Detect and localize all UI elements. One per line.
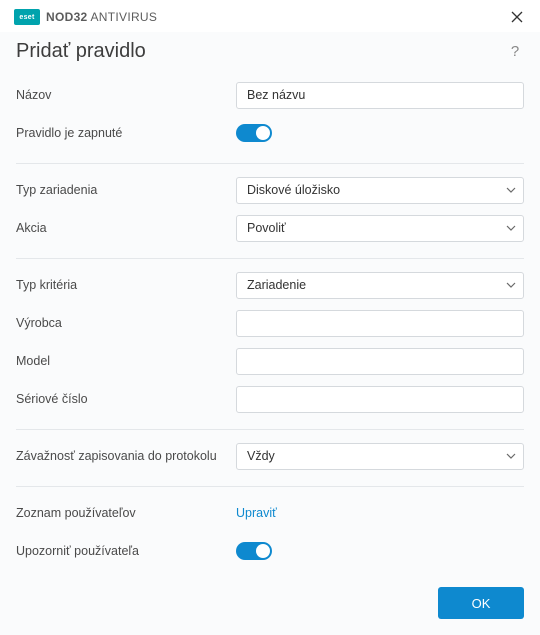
- label-device-type: Typ zariadenia: [16, 183, 236, 197]
- content: Pridať pravidlo ? Názov Pravidlo je zapn…: [0, 32, 540, 575]
- label-log-severity: Závažnosť zapisovania do protokolu: [16, 449, 236, 463]
- row-serial: Sériové číslo: [16, 385, 524, 413]
- vendor-input[interactable]: [236, 310, 524, 337]
- serial-input[interactable]: [236, 386, 524, 413]
- close-icon: [511, 11, 523, 23]
- brand-product-bold: NOD32: [46, 10, 88, 24]
- label-serial: Sériové číslo: [16, 392, 236, 406]
- label-user-list: Zoznam používateľov: [16, 506, 236, 520]
- footer: OK: [0, 575, 540, 635]
- ok-button[interactable]: OK: [438, 587, 524, 619]
- brand-product-rest: ANTIVIRUS: [88, 10, 158, 24]
- help-button[interactable]: ?: [506, 43, 524, 61]
- divider: [16, 486, 524, 487]
- row-vendor: Výrobca: [16, 309, 524, 337]
- label-action: Akcia: [16, 221, 236, 235]
- action-select[interactable]: Povoliť: [236, 215, 524, 242]
- brand: eset NOD32 ANTIVIRUS: [14, 9, 157, 25]
- row-log-severity: Závažnosť zapisovania do protokolu Vždy: [16, 442, 524, 470]
- edit-user-list-link[interactable]: Upraviť: [236, 506, 277, 520]
- notify-user-toggle[interactable]: [236, 542, 272, 560]
- criteria-type-select[interactable]: Zariadenie: [236, 272, 524, 299]
- brand-logo: eset: [14, 9, 40, 25]
- row-name: Názov: [16, 81, 524, 109]
- row-action: Akcia Povoliť: [16, 214, 524, 242]
- row-criteria-type: Typ kritéria Zariadenie: [16, 271, 524, 299]
- label-vendor: Výrobca: [16, 316, 236, 330]
- divider: [16, 258, 524, 259]
- model-input[interactable]: [236, 348, 524, 375]
- row-device-type: Typ zariadenia Diskové úložisko: [16, 176, 524, 204]
- row-enabled: Pravidlo je zapnuté: [16, 119, 524, 147]
- criteria-type-value: Zariadenie: [247, 278, 306, 292]
- page-title: Pridať pravidlo: [16, 40, 146, 63]
- help-icon: ?: [511, 43, 519, 60]
- row-user-list: Zoznam používateľov Upraviť: [16, 499, 524, 527]
- device-type-value: Diskové úložisko: [247, 183, 340, 197]
- close-button[interactable]: [508, 8, 526, 26]
- label-notify-user: Upozorniť používateľa: [16, 544, 236, 558]
- device-type-select[interactable]: Diskové úložisko: [236, 177, 524, 204]
- title-bar: eset NOD32 ANTIVIRUS: [0, 0, 540, 32]
- action-value: Povoliť: [247, 221, 286, 235]
- brand-text: NOD32 ANTIVIRUS: [46, 10, 157, 24]
- label-name: Názov: [16, 88, 236, 102]
- divider: [16, 163, 524, 164]
- log-severity-value: Vždy: [247, 449, 275, 463]
- row-notify-user: Upozorniť používateľa: [16, 537, 524, 565]
- header-row: Pridať pravidlo ?: [16, 40, 524, 63]
- label-model: Model: [16, 354, 236, 368]
- row-model: Model: [16, 347, 524, 375]
- name-input[interactable]: [236, 82, 524, 109]
- divider: [16, 429, 524, 430]
- label-enabled: Pravidlo je zapnuté: [16, 126, 236, 140]
- log-severity-select[interactable]: Vždy: [236, 443, 524, 470]
- enabled-toggle[interactable]: [236, 124, 272, 142]
- label-criteria-type: Typ kritéria: [16, 278, 236, 292]
